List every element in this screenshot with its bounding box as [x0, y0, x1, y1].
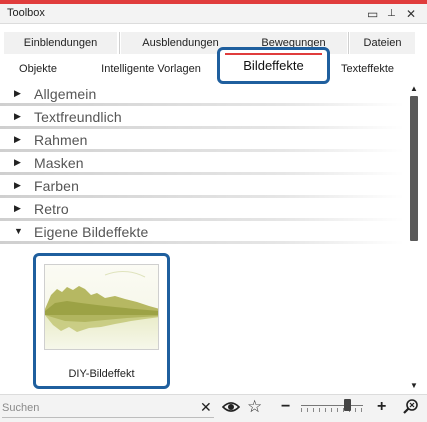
category-textfreundlich[interactable]: ▶ Textfreundlich [0, 107, 404, 130]
effect-label: DIY-Bildeffekt [68, 368, 135, 380]
eye-icon[interactable] [221, 398, 241, 421]
triangle-down-icon: ▼ [14, 226, 23, 236]
tab-bildeffekte[interactable]: Bildeffekte [217, 47, 330, 84]
pin-icon[interactable]: ⊥ [387, 6, 396, 22]
category-label: Rahmen [34, 132, 88, 148]
category-divider [0, 126, 404, 129]
triangle-right-icon: ▶ [14, 203, 21, 213]
category-label: Allgemein [34, 86, 97, 102]
vertical-scrollbar[interactable]: ▲ ▼ [404, 84, 427, 394]
category-label: Farben [34, 178, 79, 194]
category-rahmen[interactable]: ▶ Rahmen [0, 130, 404, 153]
tab-bildeffekte-label: Bildeffekte [243, 58, 304, 73]
scrollbar-thumb[interactable] [410, 96, 418, 241]
tab-texteffekte[interactable]: Texteffekte [330, 58, 405, 80]
category-masken[interactable]: ▶ Masken [0, 153, 404, 176]
title-bar: Toolbox ▭ ⊥ ✕ [0, 4, 427, 24]
triangle-right-icon: ▶ [14, 88, 21, 98]
restore-icon[interactable]: ▭ [367, 6, 378, 22]
category-label: Textfreundlich [34, 109, 122, 125]
triangle-right-icon: ▶ [14, 134, 21, 144]
star-icon[interactable]: ☆ [247, 398, 262, 416]
tab-intelligente-vorlagen[interactable]: Intelligente Vorlagen [86, 58, 216, 80]
scroll-down-icon[interactable]: ▼ [410, 381, 418, 390]
tab-objekte[interactable]: Objekte [4, 58, 72, 80]
search-input[interactable] [2, 399, 192, 417]
category-divider [0, 149, 404, 152]
triangle-right-icon: ▶ [14, 180, 21, 190]
category-divider [0, 218, 404, 221]
tab-separator [119, 32, 120, 54]
clear-search-icon[interactable]: ✕ [200, 398, 212, 416]
category-farben[interactable]: ▶ Farben [0, 176, 404, 199]
category-allgemein[interactable]: ▶ Allgemein [0, 84, 404, 107]
zoom-in-icon[interactable]: + [377, 398, 386, 416]
category-divider [0, 195, 404, 198]
tab-separator [348, 32, 349, 54]
search-field-container [2, 398, 214, 418]
bottom-toolbar: ✕ ☆ − + [0, 394, 427, 422]
scroll-up-icon[interactable]: ▲ [410, 84, 418, 93]
effect-list: ▶ Allgemein ▶ Textfreundlich ▶ Rahmen ▶ … [0, 84, 404, 394]
category-divider [0, 103, 404, 106]
triangle-right-icon: ▶ [14, 111, 21, 121]
zoom-slider-track [301, 405, 363, 406]
zoom-slider[interactable] [299, 398, 365, 418]
search-zoom-icon[interactable] [402, 398, 420, 421]
effect-item-diy-bildeffekt[interactable]: DIY-Bildeffekt [33, 253, 170, 389]
landscape-thumbnail [45, 265, 158, 349]
category-retro[interactable]: ▶ Retro [0, 199, 404, 222]
category-eigene-bildeffekte[interactable]: ▼ Eigene Bildeffekte [0, 222, 404, 245]
zoom-slider-knob[interactable] [344, 399, 351, 411]
tab-dateien[interactable]: Dateien [350, 32, 415, 54]
tab-bar: Einblendungen Ausblendungen Bewegungen D… [0, 24, 427, 84]
zoom-slider-ticks [301, 408, 363, 412]
category-label: Retro [34, 201, 69, 217]
window-title: Toolbox [7, 7, 45, 19]
effect-thumbnail [44, 264, 159, 350]
triangle-right-icon: ▶ [14, 157, 21, 167]
category-label: Masken [34, 155, 84, 171]
category-divider [0, 241, 404, 244]
close-icon[interactable]: ✕ [406, 6, 416, 22]
zoom-out-icon[interactable]: − [281, 398, 290, 416]
active-tab-accent [225, 53, 322, 55]
tab-einblendungen[interactable]: Einblendungen [4, 32, 117, 54]
category-divider [0, 172, 404, 175]
category-label: Eigene Bildeffekte [34, 224, 149, 240]
